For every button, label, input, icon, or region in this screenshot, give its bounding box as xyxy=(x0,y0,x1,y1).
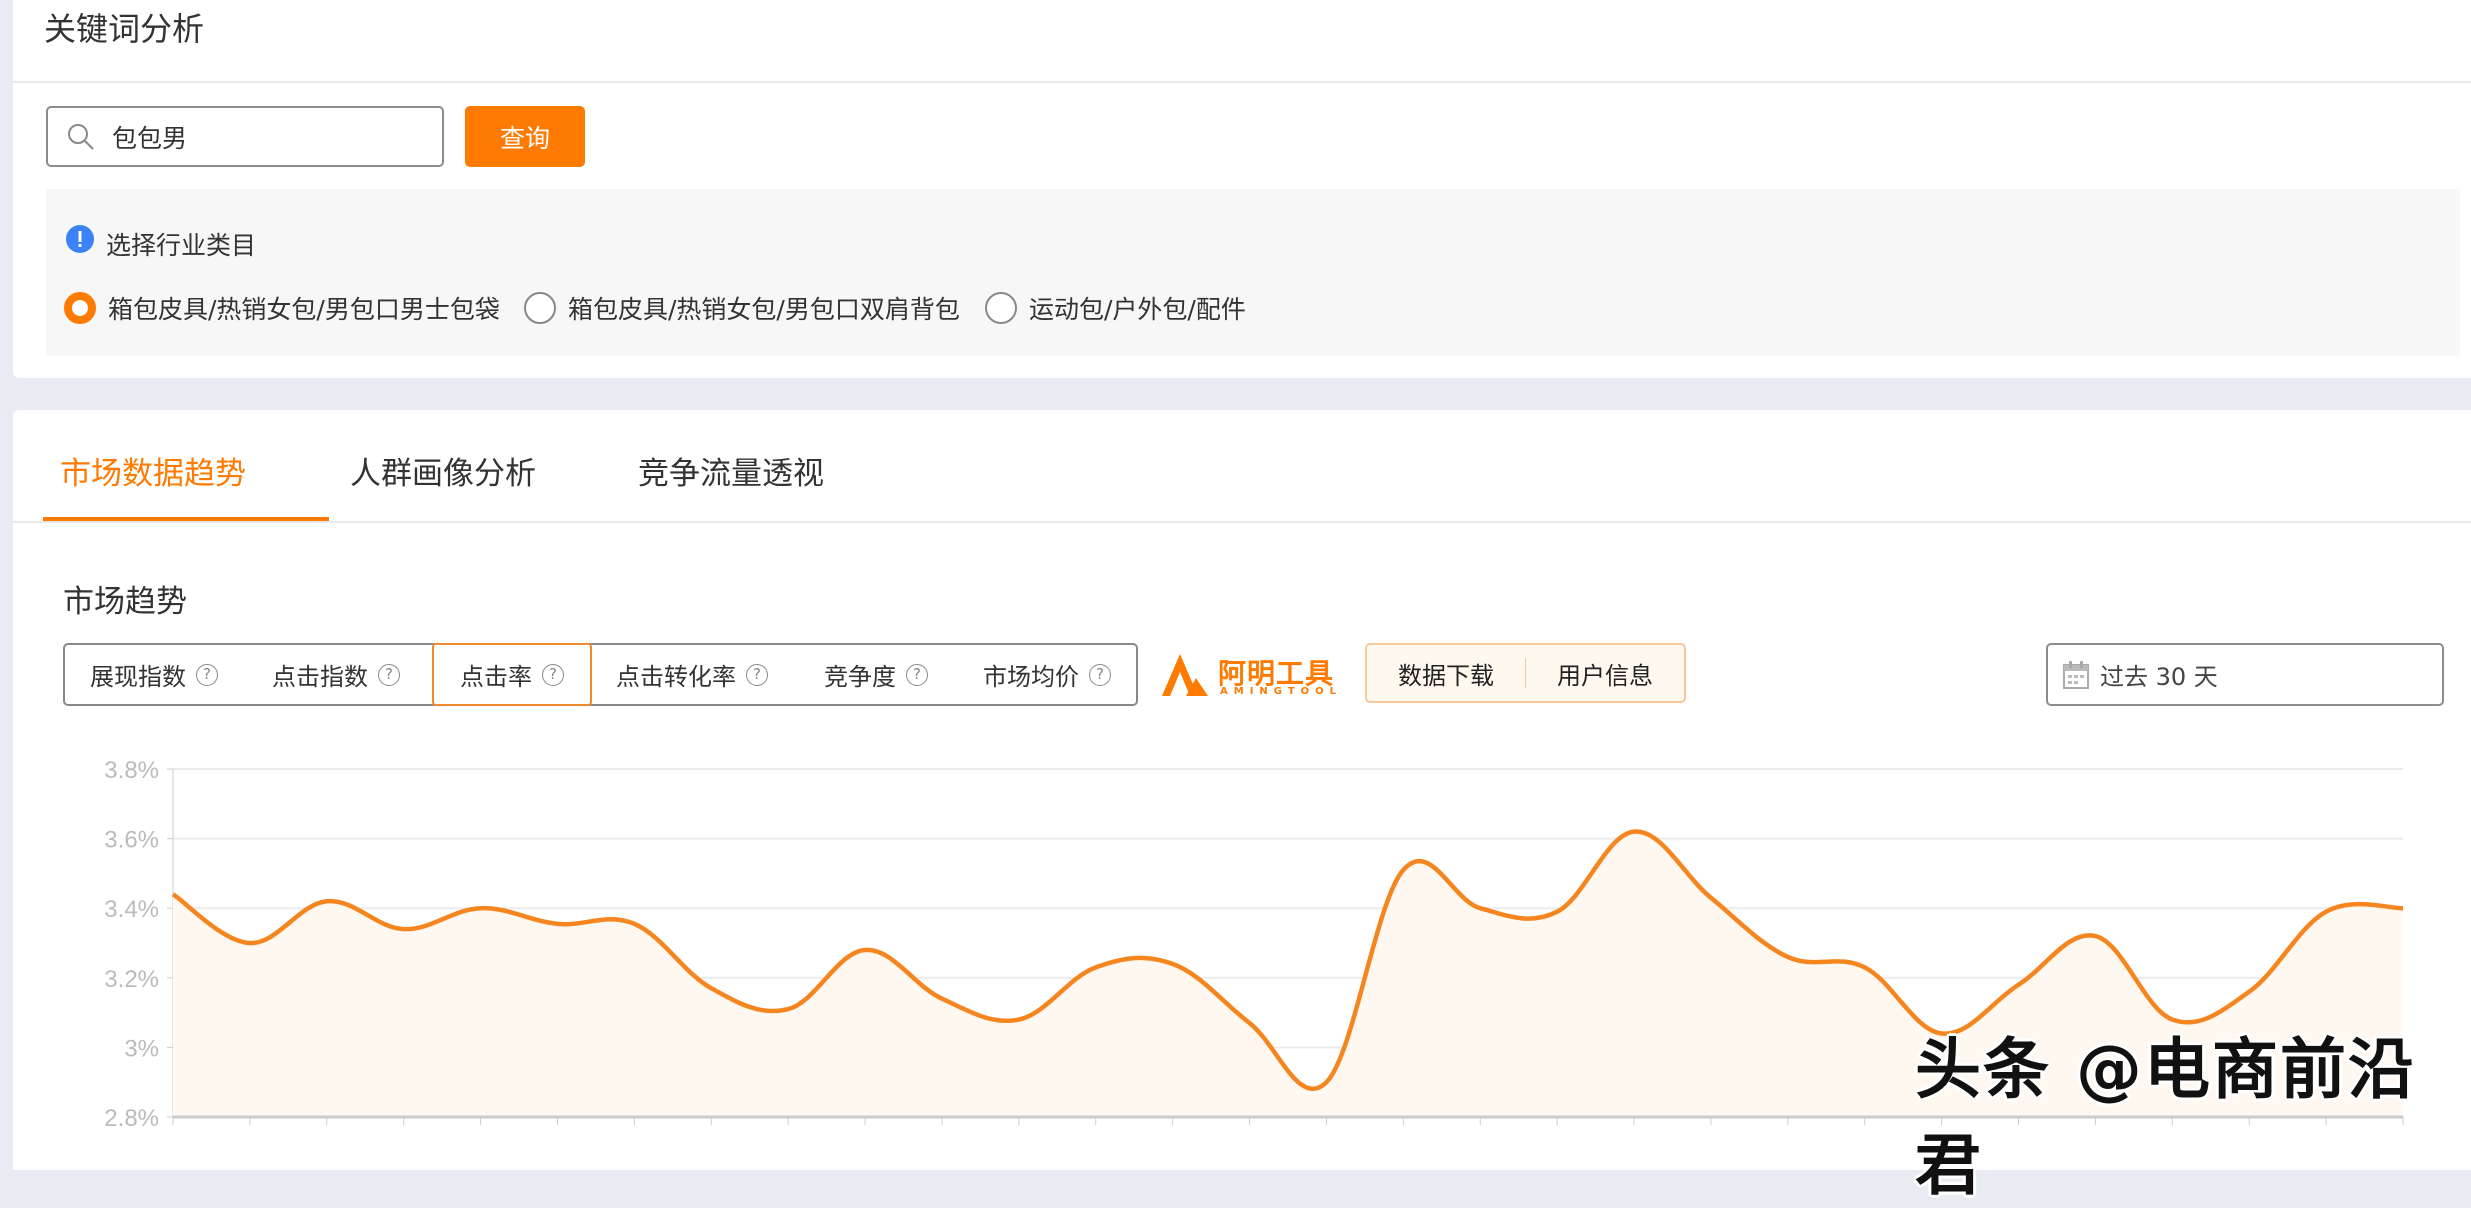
option-label: 箱包皮具/热销女包/男包口双肩背包 xyxy=(568,290,960,326)
search-input[interactable]: 包包男 xyxy=(46,106,444,167)
page-title: 关键词分析 xyxy=(44,4,204,50)
option-label: 运动包/户外包/配件 xyxy=(1029,290,1246,326)
option-label: 箱包皮具/热销女包/男包口男士包袋 xyxy=(108,290,500,326)
search-value: 包包男 xyxy=(112,119,187,155)
tab-market-trend[interactable]: 市场数据趋势 xyxy=(60,448,246,493)
info-icon xyxy=(65,224,95,254)
tabs-divider xyxy=(13,521,2471,523)
y-tick-label: 3.4% xyxy=(104,896,159,923)
radio-selected-icon xyxy=(64,292,96,324)
download-button[interactable]: 数据下载 xyxy=(1367,656,1525,691)
radio-icon xyxy=(524,292,556,324)
tab-audience[interactable]: 人群画像分析 xyxy=(350,448,536,493)
query-button[interactable]: 查询 xyxy=(465,106,585,167)
y-tick-label: 3.6% xyxy=(104,827,159,854)
help-icon: ? xyxy=(906,664,928,686)
tab-competition[interactable]: 竞争流量透视 xyxy=(638,448,824,493)
metric-conversion[interactable]: 点击转化率? xyxy=(616,645,768,704)
industry-label: 选择行业类目 xyxy=(106,226,256,262)
help-icon: ? xyxy=(196,664,218,686)
active-tab-indicator xyxy=(43,517,329,521)
y-tick-label: 3% xyxy=(124,1035,159,1062)
search-icon xyxy=(66,122,96,152)
y-tick-label: 3.2% xyxy=(104,966,159,993)
action-group: 数据下载 用户信息 xyxy=(1365,643,1686,703)
section-title: 市场趋势 xyxy=(63,576,187,621)
industry-option-1[interactable]: 箱包皮具/热销女包/男包口男士包袋 xyxy=(64,290,500,326)
amingtool-logo: 阿明工具 AMINGTOOL xyxy=(1160,650,1340,700)
help-icon: ? xyxy=(542,664,564,686)
industry-option-3[interactable]: 运动包/户外包/配件 xyxy=(985,290,1246,326)
metric-competition[interactable]: 竞争度? xyxy=(824,645,928,704)
y-tick-label: 2.8% xyxy=(104,1105,159,1131)
metric-impressions[interactable]: 展现指数? xyxy=(90,645,218,704)
metric-ctr[interactable]: 点击率? xyxy=(432,643,592,706)
help-icon: ? xyxy=(378,664,400,686)
metric-clicks[interactable]: 点击指数? xyxy=(272,645,400,704)
help-icon: ? xyxy=(746,664,768,686)
date-range-picker[interactable]: 过去 30 天 xyxy=(2046,643,2444,706)
logo-subtext: AMINGTOOL xyxy=(1220,686,1342,697)
metric-selector: 展现指数? 点击指数? 点击率? 点击转化率? 竞争度? 市场均价? xyxy=(63,643,1138,706)
y-tick-label: 3.8% xyxy=(104,757,159,784)
radio-icon xyxy=(985,292,1017,324)
divider xyxy=(13,81,2471,83)
calendar-icon xyxy=(2062,660,2090,690)
date-range-value: 过去 30 天 xyxy=(2100,657,2218,692)
user-info-button[interactable]: 用户信息 xyxy=(1526,656,1684,691)
industry-option-2[interactable]: 箱包皮具/热销女包/男包口双肩背包 xyxy=(524,290,960,326)
metric-avg-price[interactable]: 市场均价? xyxy=(983,645,1111,704)
help-icon: ? xyxy=(1089,664,1111,686)
watermark: 头条 @电商前沿君 xyxy=(1915,1016,2471,1208)
industry-panel xyxy=(46,189,2460,356)
